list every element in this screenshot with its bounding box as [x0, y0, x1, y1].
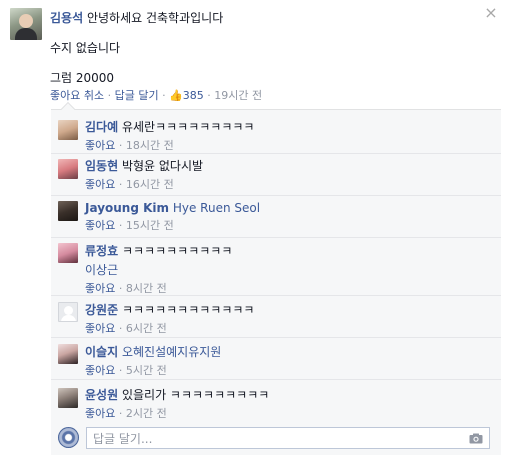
- separator: ·: [118, 282, 123, 295]
- comment-timestamp[interactable]: 8시간 전: [126, 282, 167, 295]
- comment-like-link[interactable]: 좋아요: [85, 407, 115, 420]
- comment-author[interactable]: 류정효: [85, 244, 118, 258]
- comment-meta: 좋아요 · 5시간 전: [85, 362, 221, 378]
- comment-body: 김다예 유세란ㅋㅋㅋㅋㅋㅋㅋㅋㅋ 좋아요 · 18시간 전: [85, 118, 254, 153]
- comment-body: Jayoung Kim Hye Ruen Seol 좋아요 · 15시간 전: [85, 201, 260, 233]
- comment: Jayoung Kim Hye Ruen Seol 좋아요 · 15시간 전: [51, 196, 501, 238]
- thumbs-up-icon: 👍: [169, 89, 183, 102]
- separator: ·: [118, 178, 123, 191]
- close-icon[interactable]: ×: [484, 5, 498, 21]
- like-count-link[interactable]: 👍385: [169, 89, 204, 102]
- camera-icon[interactable]: [469, 433, 483, 444]
- default-avatar-icon: [61, 315, 76, 321]
- comment-avatar[interactable]: [58, 201, 78, 221]
- comment-author[interactable]: Jayoung Kim: [85, 201, 169, 215]
- comment-author[interactable]: 윤성원: [85, 388, 118, 402]
- comment-author[interactable]: 김다예: [85, 120, 118, 134]
- comment-meta: 좋아요 · 6시간 전: [85, 320, 254, 336]
- comment-timestamp[interactable]: 18시간 전: [126, 139, 174, 152]
- comment-avatar[interactable]: [58, 302, 78, 322]
- post-actions: 좋아요 취소 · 답글 달기 · 👍385 · 19시간 전: [50, 87, 262, 103]
- comment-like-link[interactable]: 좋아요: [85, 364, 115, 377]
- reply-link[interactable]: 답글 달기: [115, 87, 159, 103]
- comment-meta: 좋아요 · 2시간 전: [85, 405, 269, 421]
- comment-author[interactable]: 이슬지: [85, 345, 118, 359]
- comment-meta: 좋아요 · 16시간 전: [85, 176, 203, 192]
- comment-like-link[interactable]: 좋아요: [85, 322, 115, 335]
- comment-text: 박형윤 없다시발: [121, 159, 204, 173]
- comment-avatar[interactable]: [58, 243, 78, 263]
- comment: 류정효 ㅋㅋㅋㅋㅋㅋㅋㅋㅋㅋ 이상근 좋아요 · 8시간 전: [51, 238, 501, 296]
- post-author-name[interactable]: 김용석: [50, 11, 83, 25]
- post-header: 김용석 안녕하세요 건축학과입니다: [50, 9, 223, 26]
- comment: 윤성원 있을리가 ㅋㅋㅋㅋㅋㅋㅋㅋㅋ 좋아요 · 2시간 전: [51, 380, 501, 422]
- comment-timestamp[interactable]: 6시간 전: [126, 322, 167, 335]
- separator: ·: [118, 407, 123, 420]
- comment-avatar[interactable]: [58, 120, 78, 140]
- comment-meta: 좋아요 · 18시간 전: [85, 137, 254, 153]
- like-count: 385: [182, 89, 204, 102]
- comment: 강원준 ㅋㅋㅋㅋㅋㅋㅋㅋㅋㅋㅋㅋ 좋아요 · 6시간 전: [51, 296, 501, 338]
- comment-body: 임동현 박형윤 없다시발 좋아요 · 16시간 전: [85, 157, 203, 192]
- comment-timestamp[interactable]: 15시간 전: [126, 219, 174, 232]
- comment-tagged-name[interactable]: 이상근: [85, 261, 232, 278]
- reply-input[interactable]: [93, 431, 453, 446]
- comment-text: 있을리가 ㅋㅋㅋㅋㅋㅋㅋㅋㅋ: [121, 388, 270, 402]
- separator: ·: [107, 89, 112, 102]
- post-author-avatar[interactable]: [10, 8, 42, 40]
- default-avatar-icon: [64, 306, 73, 315]
- separator: ·: [162, 89, 166, 102]
- comment-body: 강원준 ㅋㅋㅋㅋㅋㅋㅋㅋㅋㅋㅋㅋ 좋아요 · 6시간 전: [85, 301, 254, 336]
- current-user-avatar: [58, 427, 79, 448]
- comment-timestamp[interactable]: 5시간 전: [126, 364, 167, 377]
- comment-meta: 좋아요 · 15시간 전: [85, 217, 260, 233]
- comment-body: 윤성원 있을리가 ㅋㅋㅋㅋㅋㅋㅋㅋㅋ 좋아요 · 2시간 전: [85, 386, 269, 421]
- reply-composer: [58, 427, 490, 449]
- comment-timestamp[interactable]: 2시간 전: [126, 407, 167, 420]
- separator: ·: [207, 89, 211, 102]
- unlike-link[interactable]: 좋아요 취소: [50, 87, 104, 103]
- post-body-line: 수지 없습니다: [50, 41, 121, 55]
- comment-tagged-name[interactable]: 오혜진설예지유지원: [122, 345, 221, 359]
- comment-text: ㅋㅋㅋㅋㅋㅋㅋㅋㅋㅋㅋㅋ: [121, 303, 255, 317]
- comment-text: 유세란ㅋㅋㅋㅋㅋㅋㅋㅋㅋ: [121, 120, 255, 134]
- comment-author[interactable]: 강원준: [85, 303, 118, 317]
- separator: ·: [118, 139, 123, 152]
- post: 김용석 안녕하세요 건축학과입니다 × 수지 없습니다 그럼 20000 좋아요…: [0, 0, 506, 110]
- post-timestamp[interactable]: 19시간 전: [214, 87, 262, 103]
- comment-avatar[interactable]: [58, 344, 78, 364]
- separator: ·: [118, 322, 123, 335]
- post-body-line: 그럼 20000: [50, 71, 115, 85]
- separator: ·: [118, 219, 123, 232]
- comment-like-link[interactable]: 좋아요: [85, 282, 115, 295]
- post-title-text: 안녕하세요 건축학과입니다: [86, 11, 224, 25]
- comment-avatar[interactable]: [58, 159, 78, 179]
- comment-author[interactable]: 임동현: [85, 159, 118, 173]
- comment-body: 이슬지 오혜진설예지유지원 좋아요 · 5시간 전: [85, 343, 221, 378]
- comment-body: 류정효 ㅋㅋㅋㅋㅋㅋㅋㅋㅋㅋ 이상근 좋아요 · 8시간 전: [85, 242, 232, 296]
- reply-box[interactable]: [86, 427, 490, 449]
- comment-meta: 좋아요 · 8시간 전: [85, 280, 232, 296]
- comment-like-link[interactable]: 좋아요: [85, 139, 115, 152]
- comment-avatar[interactable]: [58, 388, 78, 408]
- comment-like-link[interactable]: 좋아요: [85, 219, 115, 232]
- comment-tagged-name[interactable]: Hye Ruen Seol: [173, 201, 260, 215]
- comment: 김다예 유세란ㅋㅋㅋㅋㅋㅋㅋㅋㅋ 좋아요 · 18시간 전: [51, 112, 501, 154]
- comment: 이슬지 오혜진설예지유지원 좋아요 · 5시간 전: [51, 338, 501, 380]
- comment-text: ㅋㅋㅋㅋㅋㅋㅋㅋㅋㅋ: [121, 244, 233, 258]
- comment-like-link[interactable]: 좋아요: [85, 178, 115, 191]
- comment: 임동현 박형윤 없다시발 좋아요 · 16시간 전: [51, 154, 501, 196]
- comment-timestamp[interactable]: 16시간 전: [126, 178, 174, 191]
- comment-list: 김다예 유세란ㅋㅋㅋㅋㅋㅋㅋㅋㅋ 좋아요 · 18시간 전 임동현 박형윤 없다…: [51, 101, 501, 455]
- separator: ·: [118, 364, 123, 377]
